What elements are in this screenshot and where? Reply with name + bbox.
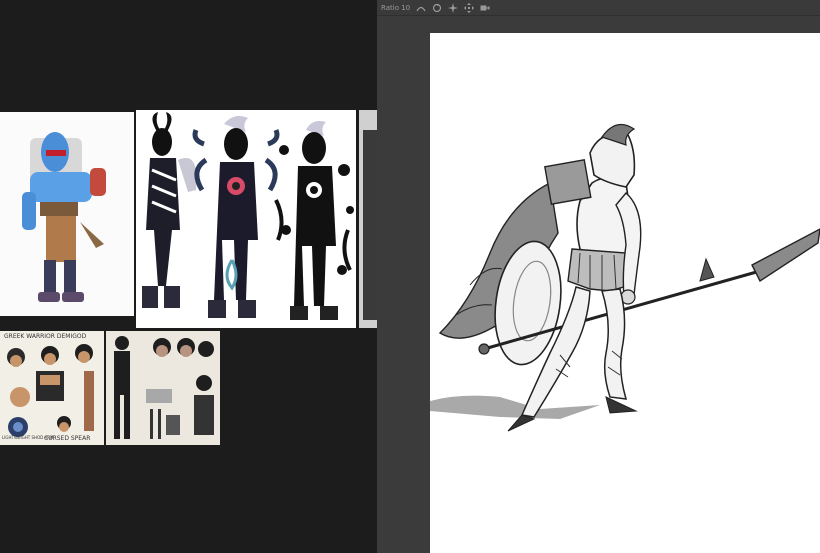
ratio-label: Ratio 10 xyxy=(381,3,411,12)
sheet-title: GREEK WARRIOR DEMIGOD xyxy=(4,333,87,340)
robot-illustration xyxy=(22,132,106,302)
reference-image-model-sheet[interactable] xyxy=(106,331,220,445)
transform-icon[interactable] xyxy=(448,2,459,13)
rotate-icon[interactable] xyxy=(432,3,442,13)
reference-image-robot[interactable] xyxy=(0,112,134,316)
reference-image-shadow-figures[interactable] xyxy=(136,110,356,328)
shadow-figures-illustration xyxy=(136,110,356,328)
reference-image-partial[interactable] xyxy=(359,110,377,328)
reference-panel: GREEK WARRIOR DEMIGOD LIGHTWEIGHT SHOD A… xyxy=(0,0,377,553)
sheet-footer: CURSED SPEAR xyxy=(44,435,91,442)
curve-icon[interactable] xyxy=(416,3,426,13)
warrior-sketch xyxy=(430,123,820,432)
video-icon[interactable] xyxy=(480,3,490,13)
drawing-canvas[interactable] xyxy=(430,33,820,553)
drawing-app-workspace: Ratio 10 xyxy=(377,0,820,553)
move-icon[interactable] xyxy=(464,2,475,13)
demigod-sheet-illustration xyxy=(0,331,104,445)
model-sheet-illustration xyxy=(106,331,220,445)
options-toolbar: Ratio 10 xyxy=(377,0,820,16)
reference-image-demigod-sheet[interactable]: GREEK WARRIOR DEMIGOD LIGHTWEIGHT SHOD A… xyxy=(0,331,104,445)
partial-figure-illustration xyxy=(359,110,377,328)
